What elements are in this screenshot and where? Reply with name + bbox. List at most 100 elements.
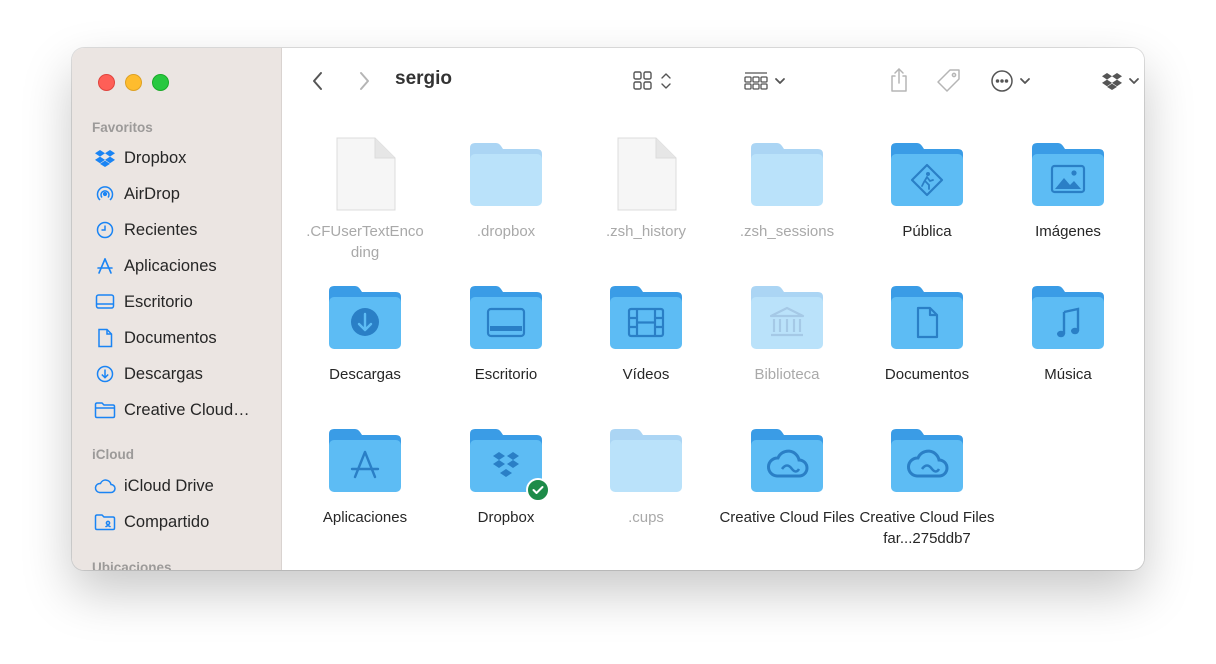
minimize-button[interactable]	[125, 74, 142, 91]
sidebar-item-icloud-drive[interactable]: iCloud Drive	[94, 474, 214, 498]
folder-escritorio[interactable]: Escritorio	[436, 279, 576, 386]
view-mode-button[interactable]	[627, 67, 677, 95]
sidebar-item-label: Aplicaciones	[124, 256, 217, 275]
folder-icon	[94, 399, 116, 421]
folder-aplicaciones[interactable]: Aplicaciones	[295, 422, 435, 529]
airdrop-icon	[94, 183, 116, 205]
more-actions-button[interactable]	[987, 66, 1035, 96]
tag-button[interactable]	[934, 66, 964, 96]
finder-window: Favoritos Dropbox AirDrop Recientes Apli…	[72, 48, 1144, 570]
file-label: .zsh_sessions	[739, 223, 835, 240]
file-zsh-history[interactable]: .zsh_history	[576, 136, 716, 243]
sidebar-item-compartido[interactable]: Compartido	[94, 510, 209, 534]
sidebar: Favoritos Dropbox AirDrop Recientes Apli…	[72, 48, 282, 570]
dropbox-icon	[94, 147, 116, 169]
sidebar-item-dropbox[interactable]: Dropbox	[94, 146, 186, 170]
shared-folder-icon	[94, 511, 116, 533]
folder-icon	[325, 422, 405, 498]
share-icon	[891, 68, 907, 92]
folder-publica[interactable]: Pública	[857, 136, 997, 243]
file-label: Aplicaciones	[322, 509, 408, 526]
sidebar-item-label: iCloud Drive	[124, 476, 214, 495]
folder-icon	[466, 279, 546, 355]
file-label: .CFUserTextEnco ding	[306, 223, 424, 261]
folder-cups[interactable]: .cups	[576, 422, 716, 529]
cloud-icon	[94, 475, 116, 497]
folder-icon	[747, 422, 827, 498]
folder-icon	[606, 279, 686, 355]
window-controls	[98, 74, 169, 91]
folder-creative-cloud-files-far[interactable]: Creative Cloud Files far...275ddb7	[857, 422, 997, 549]
favorites-heading: Favoritos	[92, 120, 153, 135]
tag-icon	[937, 69, 960, 92]
folder-icon	[887, 136, 967, 212]
dropbox-menu-button[interactable]	[1098, 66, 1144, 96]
chevron-right-icon	[360, 72, 369, 90]
window-title: sergio	[395, 68, 453, 89]
file-label: Creative Cloud Files far...275ddb7	[859, 509, 995, 547]
chevron-left-icon	[313, 72, 322, 90]
sidebar-item-documentos[interactable]: Documentos	[94, 326, 217, 350]
locations-heading: Ubicaciones	[92, 560, 172, 570]
group-icon	[744, 72, 785, 90]
sidebar-item-aplicaciones[interactable]: Aplicaciones	[94, 254, 217, 278]
folder-icon	[466, 422, 550, 502]
file-label: .dropbox	[476, 223, 536, 240]
folder-documentos[interactable]: Documentos	[857, 279, 997, 386]
folder-icon	[1028, 136, 1108, 212]
folder-imagenes[interactable]: Imágenes	[998, 136, 1138, 243]
desktop-icon	[94, 291, 116, 313]
file-cfusertextencoding[interactable]: .CFUserTextEnco ding	[295, 136, 435, 263]
share-button[interactable]	[885, 65, 913, 95]
zoom-button[interactable]	[152, 74, 169, 91]
sidebar-item-creative-cloud[interactable]: Creative Cloud…	[94, 398, 250, 422]
folder-icon	[887, 279, 967, 355]
folder-icon	[747, 136, 827, 212]
file-label: .cups	[628, 509, 664, 526]
folder-icon	[747, 279, 827, 355]
sidebar-item-label: Creative Cloud…	[124, 400, 250, 419]
group-button[interactable]	[740, 67, 792, 95]
sidebar-item-escritorio[interactable]: Escritorio	[94, 290, 193, 314]
file-label: Música	[1044, 366, 1092, 383]
file-label: Creative Cloud Files	[719, 509, 855, 526]
folder-biblioteca[interactable]: Biblioteca	[717, 279, 857, 386]
file-label: Pública	[902, 223, 952, 240]
file-label: Imágenes	[1035, 223, 1101, 240]
sidebar-item-descargas[interactable]: Descargas	[94, 362, 203, 386]
sidebar-item-label: Escritorio	[124, 292, 193, 311]
sidebar-item-label: Descargas	[124, 364, 203, 383]
folder-musica[interactable]: Música	[998, 279, 1138, 386]
folder-zsh-sessions[interactable]: .zsh_sessions	[717, 136, 857, 243]
folder-dropbox-hidden[interactable]: .dropbox	[436, 136, 576, 243]
document-icon	[94, 327, 116, 349]
forward-button[interactable]	[353, 68, 375, 94]
close-button[interactable]	[98, 74, 115, 91]
icloud-heading: iCloud	[92, 447, 134, 462]
folder-creative-cloud-files[interactable]: Creative Cloud Files	[717, 422, 857, 529]
synced-check-icon	[526, 478, 550, 502]
main-content: sergio .CFUserTextEnco ding .dropbox .zs…	[282, 48, 1144, 570]
document-file-icon	[325, 136, 405, 212]
download-icon	[351, 308, 379, 336]
back-button[interactable]	[307, 68, 329, 94]
folder-descargas[interactable]: Descargas	[295, 279, 435, 386]
folder-icon	[606, 422, 686, 498]
folder-dropbox[interactable]: Dropbox	[436, 422, 576, 529]
sidebar-item-label: Documentos	[124, 328, 217, 347]
file-label: .zsh_history	[605, 223, 687, 240]
sidebar-item-recientes[interactable]: Recientes	[94, 218, 197, 242]
ellipsis-circle-icon	[991, 70, 1030, 92]
file-label: Documentos	[884, 366, 970, 383]
folder-icon	[1028, 279, 1108, 355]
folder-videos[interactable]: Vídeos	[576, 279, 716, 386]
dropbox-icon	[1102, 73, 1139, 90]
document-file-icon	[606, 136, 686, 212]
folder-icon	[887, 422, 967, 498]
file-label: Biblioteca	[754, 366, 820, 383]
folder-icon	[325, 279, 405, 355]
clock-icon	[94, 219, 116, 241]
sidebar-item-airdrop[interactable]: AirDrop	[94, 182, 180, 206]
applications-icon	[94, 255, 116, 277]
sidebar-item-label: AirDrop	[124, 184, 180, 203]
